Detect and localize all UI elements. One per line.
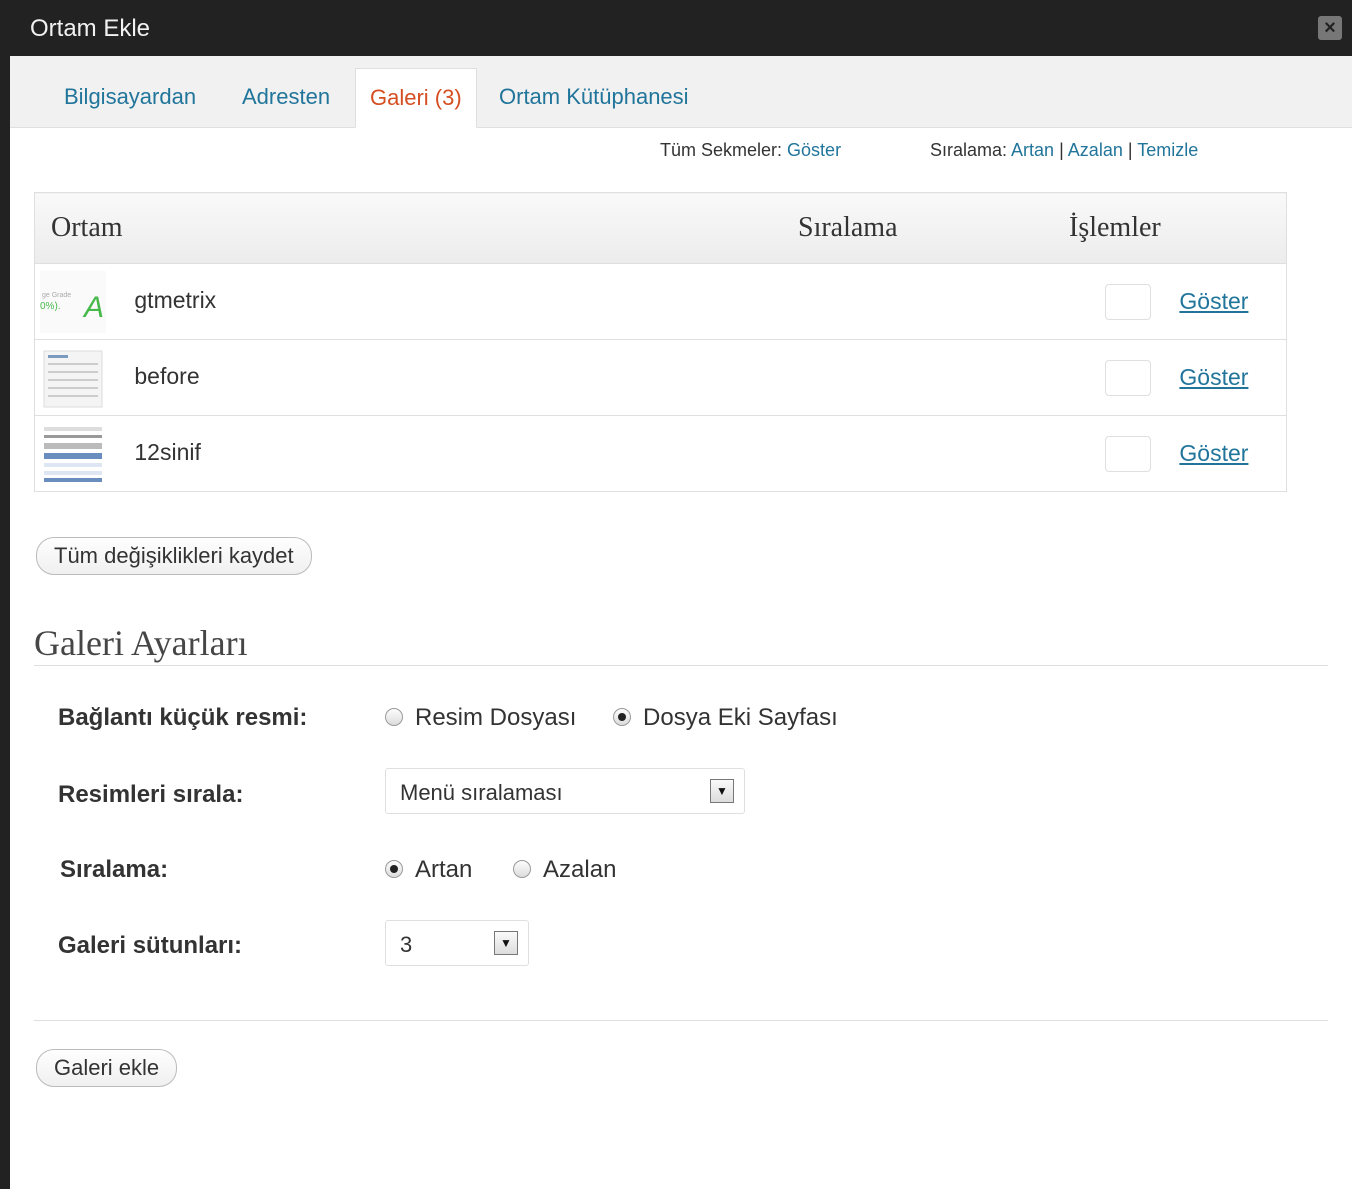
table-row: before Göster [34,339,1287,416]
separator: | [1059,140,1064,160]
gallery-settings-title: Galeri Ayarları [34,623,248,663]
table-row: 12sinif Göster [34,415,1287,492]
chevron-down-icon[interactable]: ▼ [710,779,734,803]
sort-asc-link[interactable]: Artan [1011,140,1054,160]
radio-image-file[interactable]: Resim Dosyası [385,704,576,731]
media-name: 12sinif [134,438,201,465]
tab-url[interactable]: Adresten [228,68,344,126]
save-all-button[interactable]: Tüm değişiklikleri kaydet [36,537,312,575]
svg-text:0%).: 0%). [40,301,61,312]
media-thumbnail [40,346,106,409]
radio-icon[interactable] [513,860,532,878]
sort-desc-link[interactable]: Azalan [1068,140,1123,160]
show-link[interactable]: Göster [1179,288,1248,314]
separator: | [1127,140,1133,160]
dialog-title: Ortam Ekle [30,15,151,42]
show-link[interactable]: Göster [1179,364,1248,390]
radio-label: Azalan [543,856,617,883]
radio-icon[interactable] [385,708,403,726]
radio-desc[interactable]: Azalan [513,856,616,883]
gallery-columns-label: Galeri sütunları: [58,932,243,959]
order-images-label: Resimleri sırala: [58,781,244,808]
link-thumbnail-options: Resim Dosyası Dosya Eki Sayfası [385,704,838,732]
media-thumbnail: ge Grade 0%). A [40,270,106,333]
all-tabs-show-link[interactable]: Göster [787,140,841,160]
dialog-titlebar: Ortam Ekle × [10,0,1352,56]
tab-bar: Bilgisayardan Adresten Galeri (3) Ortam … [10,56,1352,128]
radio-label: Dosya Eki Sayfası [643,704,838,731]
order-options: Artan Azalan [385,856,616,884]
order-images-select[interactable]: Menü sıralaması ▼ [385,768,745,814]
all-tabs-filter: Tüm Sekmeler: Göster [660,140,841,161]
tab-media-library[interactable]: Ortam Kütüphanesi [485,68,703,126]
order-input[interactable] [1105,359,1151,396]
column-header-actions: İşlemler [1069,192,1287,264]
column-header-order: Sıralama [797,192,1069,264]
select-value: Menü sıralaması [400,780,563,805]
chevron-down-icon[interactable]: ▼ [494,931,518,955]
show-link[interactable]: Göster [1179,440,1248,466]
close-icon[interactable]: × [1318,16,1342,40]
insert-gallery-button[interactable]: Galeri ekle [36,1049,178,1087]
gallery-columns-select[interactable]: 3 ▼ [385,920,529,966]
sort-filter: Sıralama: Artan | Azalan | Temizle [930,140,1198,161]
media-name: before [134,362,200,389]
divider [34,665,1328,666]
media-thumbnail [40,422,106,485]
radio-attachment-page[interactable]: Dosya Eki Sayfası [613,704,838,731]
table-row: ge Grade 0%). A gtmetrix Göster [34,263,1287,340]
all-tabs-label: Tüm Sekmeler: [660,140,783,160]
radio-selected-icon[interactable] [385,860,403,878]
media-dialog [0,0,1352,1189]
radio-label: Artan [415,856,473,883]
sort-label: Sıralama: [930,140,1008,160]
media-table: Ortam Sıralama İşlemler ge Grade 0%). A … [34,192,1287,492]
divider [34,1020,1328,1021]
sort-clear-link[interactable]: Temizle [1137,140,1198,160]
media-name: gtmetrix [134,286,217,313]
link-thumbnail-label: Bağlantı küçük resmi: [58,704,308,731]
order-label: Sıralama: [60,856,169,883]
radio-selected-icon[interactable] [613,708,632,726]
svg-text:ge Grade: ge Grade [42,292,71,299]
order-input[interactable] [1105,283,1151,320]
select-value: 3 [400,932,413,957]
svg-text:A: A [82,291,104,324]
order-input[interactable] [1105,435,1151,472]
tab-computer[interactable]: Bilgisayardan [50,68,210,126]
tab-gallery[interactable]: Galeri (3) [355,68,477,128]
radio-asc[interactable]: Artan [385,856,472,883]
column-header-media: Ortam [34,192,797,264]
radio-label: Resim Dosyası [415,704,577,731]
